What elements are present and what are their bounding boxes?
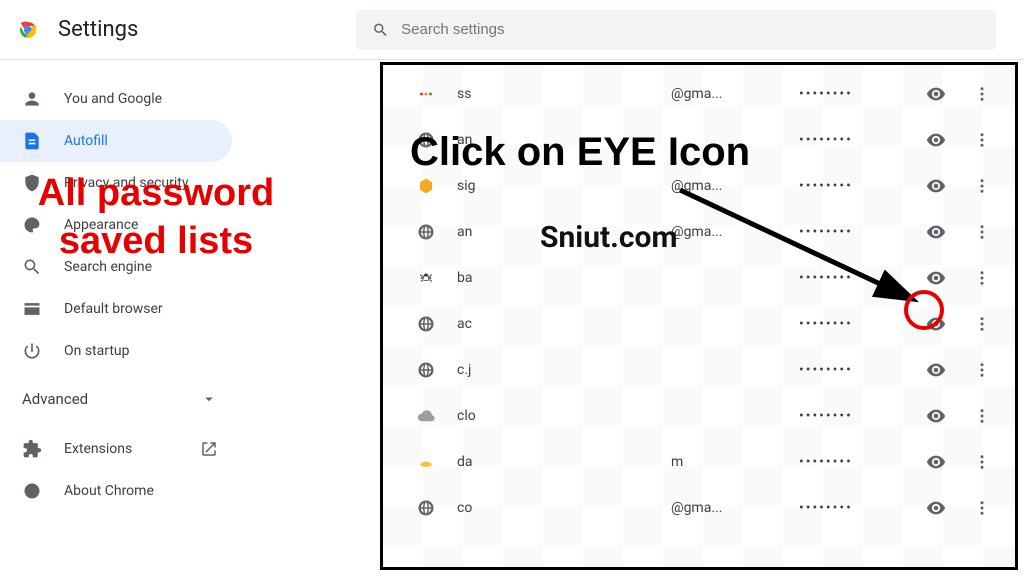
annotation-site: Sniut.com	[540, 220, 677, 255]
sidebar-item-on-startup[interactable]: On startup	[0, 330, 232, 372]
extension-icon	[22, 439, 42, 459]
sidebar-item-label: On startup	[64, 343, 130, 359]
more-actions-button[interactable]	[973, 315, 991, 333]
password-masked: ••••••••	[799, 270, 899, 286]
site-name[interactable]: ac	[457, 316, 517, 332]
username: @gma...	[671, 224, 771, 240]
more-actions-button[interactable]	[973, 453, 991, 471]
reveal-password-button[interactable]	[925, 405, 947, 427]
sidebar-item-default-browser[interactable]: Default browser	[0, 288, 232, 330]
sidebar-item-you-and-google[interactable]: You and Google	[0, 78, 232, 120]
more-actions-button[interactable]	[973, 223, 991, 241]
sidebar: You and Google Autofill Privacy and secu…	[0, 60, 240, 576]
reveal-password-button[interactable]	[925, 359, 947, 381]
site-name[interactable]: c.j	[457, 362, 517, 378]
site-name[interactable]: an	[457, 224, 517, 240]
site-favicon	[417, 223, 435, 241]
logo-area: Settings	[16, 17, 356, 42]
annotation-headline: Click on EYE Icon	[410, 130, 750, 175]
username: @gma...	[671, 86, 771, 102]
password-row: ac ••••••••	[383, 301, 1015, 347]
password-row: ss @gma... ••••••••	[383, 71, 1015, 117]
reveal-password-button[interactable]	[925, 83, 947, 105]
reveal-password-button[interactable]	[925, 451, 947, 473]
chrome-small-icon	[22, 481, 42, 501]
power-icon	[22, 341, 42, 361]
open-external-icon	[200, 440, 218, 458]
reveal-password-button[interactable]	[925, 221, 947, 243]
sidebar-item-label: Extensions	[64, 441, 132, 457]
sidebar-extensions[interactable]: Extensions	[0, 428, 240, 470]
site-name[interactable]: co	[457, 500, 517, 516]
password-row: da m ••••••••	[383, 439, 1015, 485]
sidebar-item-label: About Chrome	[64, 483, 154, 499]
password-row: clo ••••••••	[383, 393, 1015, 439]
password-masked: ••••••••	[799, 316, 899, 332]
more-actions-button[interactable]	[973, 131, 991, 149]
password-masked: ••••••••	[799, 86, 899, 102]
sidebar-item-autofill[interactable]: Autofill	[0, 120, 232, 162]
site-name[interactable]: ss	[457, 86, 517, 102]
password-masked: ••••••••	[799, 178, 899, 194]
sidebar-item-label: Default browser	[64, 301, 163, 317]
reveal-password-button[interactable]	[925, 497, 947, 519]
page-title: Settings	[58, 17, 138, 42]
sidebar-advanced[interactable]: Advanced	[0, 372, 240, 418]
reveal-password-button[interactable]	[925, 175, 947, 197]
header: Settings	[0, 0, 1024, 60]
person-icon	[22, 89, 42, 109]
site-favicon	[417, 361, 435, 379]
site-name[interactable]: da	[457, 454, 517, 470]
site-name[interactable]: clo	[457, 408, 517, 424]
password-masked: ••••••••	[799, 454, 899, 470]
site-favicon	[417, 453, 435, 471]
autofill-icon	[22, 131, 42, 151]
site-name[interactable]: ba	[457, 270, 517, 286]
site-favicon	[417, 315, 435, 333]
sidebar-about[interactable]: About Chrome	[0, 470, 232, 512]
more-actions-button[interactable]	[973, 85, 991, 103]
site-favicon	[417, 85, 435, 103]
more-actions-button[interactable]	[973, 407, 991, 425]
reveal-password-button[interactable]	[925, 313, 947, 335]
site-favicon	[417, 177, 435, 195]
password-masked: ••••••••	[799, 362, 899, 378]
sidebar-item-label: You and Google	[64, 91, 162, 107]
password-masked: ••••••••	[799, 408, 899, 424]
more-actions-button[interactable]	[973, 361, 991, 379]
reveal-password-button[interactable]	[925, 267, 947, 289]
password-masked: ••••••••	[799, 132, 899, 148]
username: @gma...	[671, 500, 771, 516]
more-actions-button[interactable]	[973, 177, 991, 195]
password-row: c.j ••••••••	[383, 347, 1015, 393]
browser-icon	[22, 299, 42, 319]
search-bar[interactable]	[356, 10, 996, 50]
username: m	[671, 454, 771, 470]
site-favicon	[417, 407, 435, 425]
reveal-password-button[interactable]	[925, 129, 947, 151]
site-name[interactable]: sig	[457, 178, 517, 194]
more-actions-button[interactable]	[973, 499, 991, 517]
site-favicon	[417, 269, 435, 287]
chrome-icon	[16, 18, 40, 42]
password-row: an @gma... ••••••••	[383, 209, 1015, 255]
password-masked: ••••••••	[799, 500, 899, 516]
chevron-down-icon	[200, 390, 218, 408]
password-row: ba ••••••••	[383, 255, 1015, 301]
annotation-left: All password saved lists	[6, 170, 306, 265]
sidebar-item-label: Advanced	[22, 390, 88, 408]
username: @gma...	[671, 178, 771, 194]
search-input[interactable]	[401, 21, 980, 38]
search-icon	[372, 21, 389, 39]
site-favicon	[417, 499, 435, 517]
sidebar-item-label: Autofill	[64, 133, 108, 149]
password-row: co @gma... ••••••••	[383, 485, 1015, 531]
password-masked: ••••••••	[799, 224, 899, 240]
more-actions-button[interactable]	[973, 269, 991, 287]
